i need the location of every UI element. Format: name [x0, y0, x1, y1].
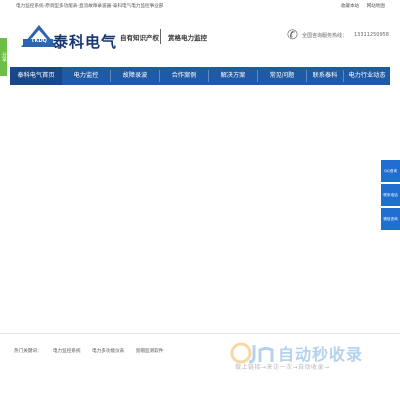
wechat-button[interactable]: 微信咨询 [381, 208, 400, 230]
nav-solutions[interactable]: 解决方案 [209, 67, 257, 85]
logo-text[interactable]: 泰科电气 [53, 31, 121, 52]
hotline-number: 13311250958 [354, 32, 389, 38]
top-links: 收藏本站 网站地图 [335, 3, 385, 9]
sitemap-link[interactable]: 网站地图 [367, 4, 385, 9]
slogan-monitoring: 赏格电力监控 [168, 34, 207, 42]
nav-industry-news[interactable]: 电力行业动态 [344, 67, 390, 85]
nav-cases[interactable]: 合作案例 [160, 67, 208, 85]
watermark-subtitle: 做上链接→来访一次→自动收录→ [235, 364, 330, 371]
keyword-link[interactable]: 电力监控系统 [53, 349, 81, 354]
nav-contact[interactable]: 联系泰科 [307, 67, 343, 85]
float-contact-panel: QQ咨询 联系电话 微信咨询 [381, 160, 400, 232]
hotline-label: 全国咨询服务热线： [302, 33, 348, 39]
qq-consult-button[interactable]: QQ咨询 [381, 160, 400, 182]
keyword-link[interactable]: 电力多功能仪表 [92, 349, 124, 354]
phone-button[interactable]: 联系电话 [381, 184, 400, 206]
nav-home[interactable]: 泰科电气首页 [10, 67, 62, 85]
nav-power-monitoring[interactable]: 电力监控 [62, 67, 110, 85]
keyword-link[interactable]: 宽帽监测软件 [136, 349, 164, 354]
watermark: 自动秒收录 做上链接→来访一次→自动收录→ [230, 340, 390, 380]
main-nav: 泰科电气首页 电力监控 故障录波 合作案例 解决方案 常见问题 联系泰科 电力行… [10, 67, 390, 85]
watermark-logo-icon [230, 342, 274, 364]
top-bar: 电力监控系统-原调型多功能表-直流故障录波器-泰科电气电力监控事业部 收藏本站 … [0, 0, 400, 12]
bookmark-link[interactable]: 收藏本站 [341, 4, 359, 9]
footer-divider [0, 333, 400, 334]
slogan-divider [160, 29, 161, 44]
phone-icon: ✆ [287, 28, 298, 43]
nav-faq[interactable]: 常见问题 [258, 67, 306, 85]
hot-keywords: 热门关键词： 电力监控系统 电力多功能仪表 宽帽监测软件 [14, 348, 173, 354]
slogan-ip: 自有知识产权 [120, 34, 159, 42]
hot-keywords-label: 热门关键词： [14, 349, 42, 354]
site-intro: 电力监控系统-原调型多功能表-直流故障录波器-泰科电气电力监控事业部 [16, 4, 164, 9]
nav-fault-recording[interactable]: 故障录波 [111, 67, 159, 85]
logo-badge: TKDQ [31, 38, 47, 44]
